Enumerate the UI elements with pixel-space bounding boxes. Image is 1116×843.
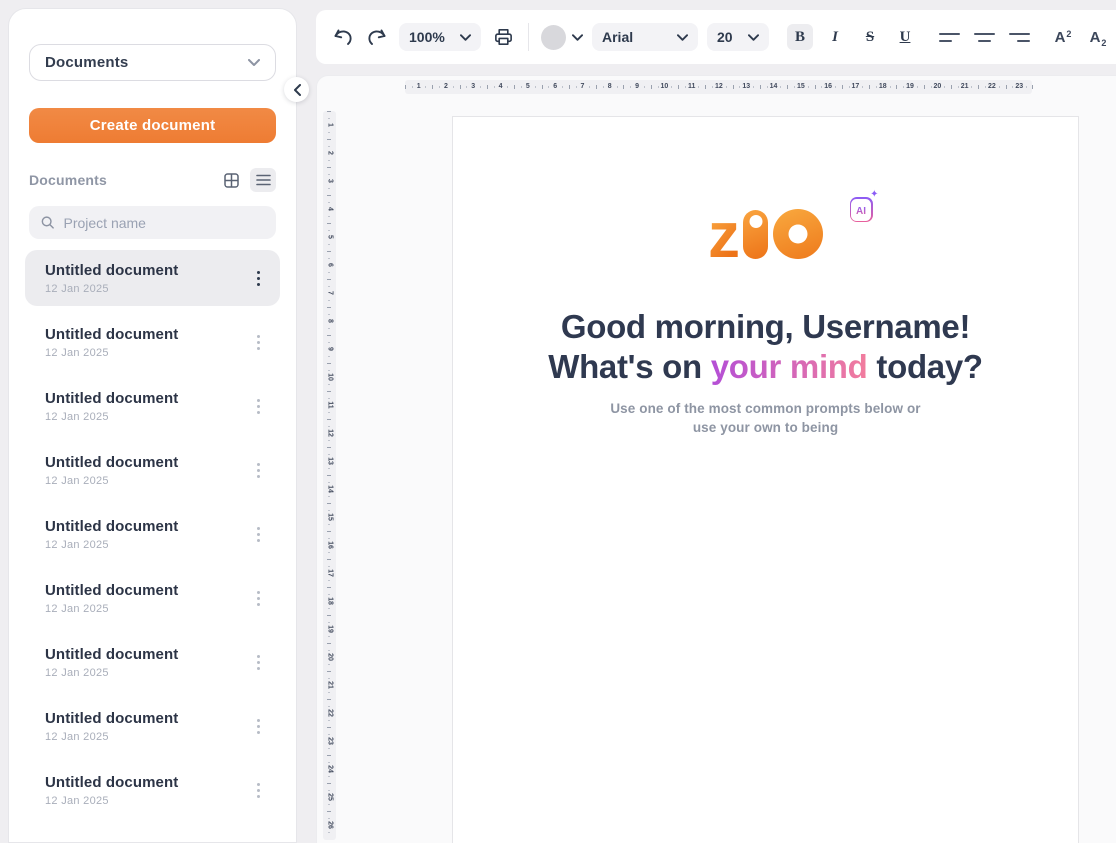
document-title: Untitled document xyxy=(45,774,246,791)
document-date: 12 Jan 2025 xyxy=(45,411,246,423)
strikethrough-button[interactable]: S xyxy=(857,24,883,50)
chevron-left-icon xyxy=(293,84,301,96)
document-menu-kebab-icon[interactable] xyxy=(246,646,270,678)
logo-letter-i xyxy=(743,210,768,259)
zoom-select[interactable]: 100% xyxy=(399,23,481,51)
chevron-down-icon xyxy=(748,34,759,41)
documents-section-header: Documents xyxy=(29,168,276,192)
document-list-item[interactable]: Untitled document 12 Jan 2025 xyxy=(25,250,280,306)
chevron-down-icon xyxy=(572,34,583,41)
align-right-icon xyxy=(1009,33,1030,42)
document-list: Untitled document 12 Jan 2025 Untitled d… xyxy=(25,250,280,818)
search-input[interactable] xyxy=(63,215,264,231)
horizontal-ruler: 1234567891011121314151617181920212223 xyxy=(405,80,1032,94)
editor-toolbar: 100% Arial 20 B I S U A2 A2 xyxy=(316,10,1116,64)
chevron-down-icon xyxy=(248,59,260,66)
greeting-highlight: your mind xyxy=(711,348,868,385)
document-title: Untitled document xyxy=(45,326,246,343)
chevron-down-icon xyxy=(460,34,471,41)
logo-letter-o xyxy=(773,209,823,259)
document-title: Untitled document xyxy=(45,582,246,599)
document-list-item[interactable]: Untitled document 12 Jan 2025 xyxy=(25,314,280,370)
document-title: Untitled document xyxy=(45,518,246,535)
document-title: Untitled document xyxy=(45,710,246,727)
document-date: 12 Jan 2025 xyxy=(45,795,246,807)
grid-view-icon[interactable] xyxy=(218,168,244,192)
font-size-value: 20 xyxy=(717,29,733,45)
create-document-button[interactable]: Create document xyxy=(29,108,276,143)
document-list-item[interactable]: Untitled document 12 Jan 2025 xyxy=(25,378,280,434)
document-date: 12 Jan 2025 xyxy=(45,539,246,551)
zio-logo: AI ✦ z xyxy=(691,209,841,277)
document-menu-kebab-icon[interactable] xyxy=(246,518,270,550)
document-list-item[interactable]: Untitled document 12 Jan 2025 xyxy=(25,570,280,626)
redo-icon xyxy=(367,28,388,46)
align-left-icon xyxy=(939,33,960,42)
align-right-button[interactable] xyxy=(1006,24,1032,50)
text-color-select[interactable] xyxy=(541,25,583,50)
superscript-button[interactable]: A2 xyxy=(1050,24,1076,50)
document-list-item[interactable]: Untitled document 12 Jan 2025 xyxy=(25,442,280,498)
bold-button[interactable]: B xyxy=(787,24,813,50)
document-title: Untitled document xyxy=(45,262,246,279)
document-date: 12 Jan 2025 xyxy=(45,731,246,743)
document-date: 12 Jan 2025 xyxy=(45,667,246,679)
align-center-button[interactable] xyxy=(971,24,997,50)
italic-button[interactable]: I xyxy=(822,24,848,50)
toolbar-divider xyxy=(528,23,529,51)
document-list-item[interactable]: Untitled document 12 Jan 2025 xyxy=(25,634,280,690)
greeting-line2: What's on your mind today? xyxy=(453,347,1078,387)
printer-icon xyxy=(493,27,514,47)
document-date: 12 Jan 2025 xyxy=(45,283,246,295)
document-list-item[interactable]: Untitled document 12 Jan 2025 xyxy=(25,698,280,754)
redo-button[interactable] xyxy=(364,24,390,50)
font-size-select[interactable]: 20 xyxy=(707,23,769,51)
color-swatch xyxy=(541,25,566,50)
documents-section-label: Documents xyxy=(29,172,107,188)
underline-button[interactable]: U xyxy=(892,24,918,50)
chevron-down-icon xyxy=(677,34,688,41)
print-button[interactable] xyxy=(490,24,516,50)
align-center-icon xyxy=(974,33,995,42)
sidebar: Documents Create document Documents Unti… xyxy=(8,8,297,843)
document-list-item[interactable]: Untitled document 12 Jan 2025 xyxy=(25,762,280,818)
document-menu-kebab-icon[interactable] xyxy=(246,390,270,422)
document-date: 12 Jan 2025 xyxy=(45,603,246,615)
document-title: Untitled document xyxy=(45,390,246,407)
search-box xyxy=(29,206,276,239)
editor-canvas: 1234567891011121314151617181920212223 12… xyxy=(316,75,1116,843)
document-menu-kebab-icon[interactable] xyxy=(246,326,270,358)
document-menu-kebab-icon[interactable] xyxy=(246,774,270,806)
undo-icon xyxy=(332,28,353,46)
zoom-value: 100% xyxy=(409,29,445,45)
ai-badge: AI ✦ xyxy=(850,197,873,222)
view-toggles xyxy=(218,168,276,192)
font-family-value: Arial xyxy=(602,29,633,45)
greeting-line1: Good morning, Username! xyxy=(453,307,1078,347)
document-menu-kebab-icon[interactable] xyxy=(246,710,270,742)
document-title: Untitled document xyxy=(45,646,246,663)
search-icon xyxy=(41,215,54,230)
document-date: 12 Jan 2025 xyxy=(45,475,246,487)
logo-letter-z: z xyxy=(708,211,738,259)
document-title: Untitled document xyxy=(45,454,246,471)
document-date: 12 Jan 2025 xyxy=(45,347,246,359)
document-menu-kebab-icon[interactable] xyxy=(246,262,270,294)
document-menu-kebab-icon[interactable] xyxy=(246,582,270,614)
vertical-ruler: 1234567891011121314151617181920212223242… xyxy=(323,111,336,840)
documents-type-select-label: Documents xyxy=(45,54,128,71)
documents-type-select[interactable]: Documents xyxy=(29,44,276,81)
greeting-subtitle: Use one of the most common prompts below… xyxy=(453,399,1078,437)
undo-button[interactable] xyxy=(329,24,355,50)
document-page[interactable]: AI ✦ z Good morning, Username! What's on… xyxy=(452,116,1079,843)
subscript-button[interactable]: A2 xyxy=(1085,24,1111,50)
font-family-select[interactable]: Arial xyxy=(592,23,698,51)
align-left-button[interactable] xyxy=(936,24,962,50)
sparkle-icon: ✦ xyxy=(870,189,878,200)
document-menu-kebab-icon[interactable] xyxy=(246,454,270,486)
sidebar-collapse-button[interactable] xyxy=(284,77,309,102)
list-view-icon[interactable] xyxy=(250,168,276,192)
greeting-heading: Good morning, Username! What's on your m… xyxy=(453,307,1078,387)
document-list-item[interactable]: Untitled document 12 Jan 2025 xyxy=(25,506,280,562)
